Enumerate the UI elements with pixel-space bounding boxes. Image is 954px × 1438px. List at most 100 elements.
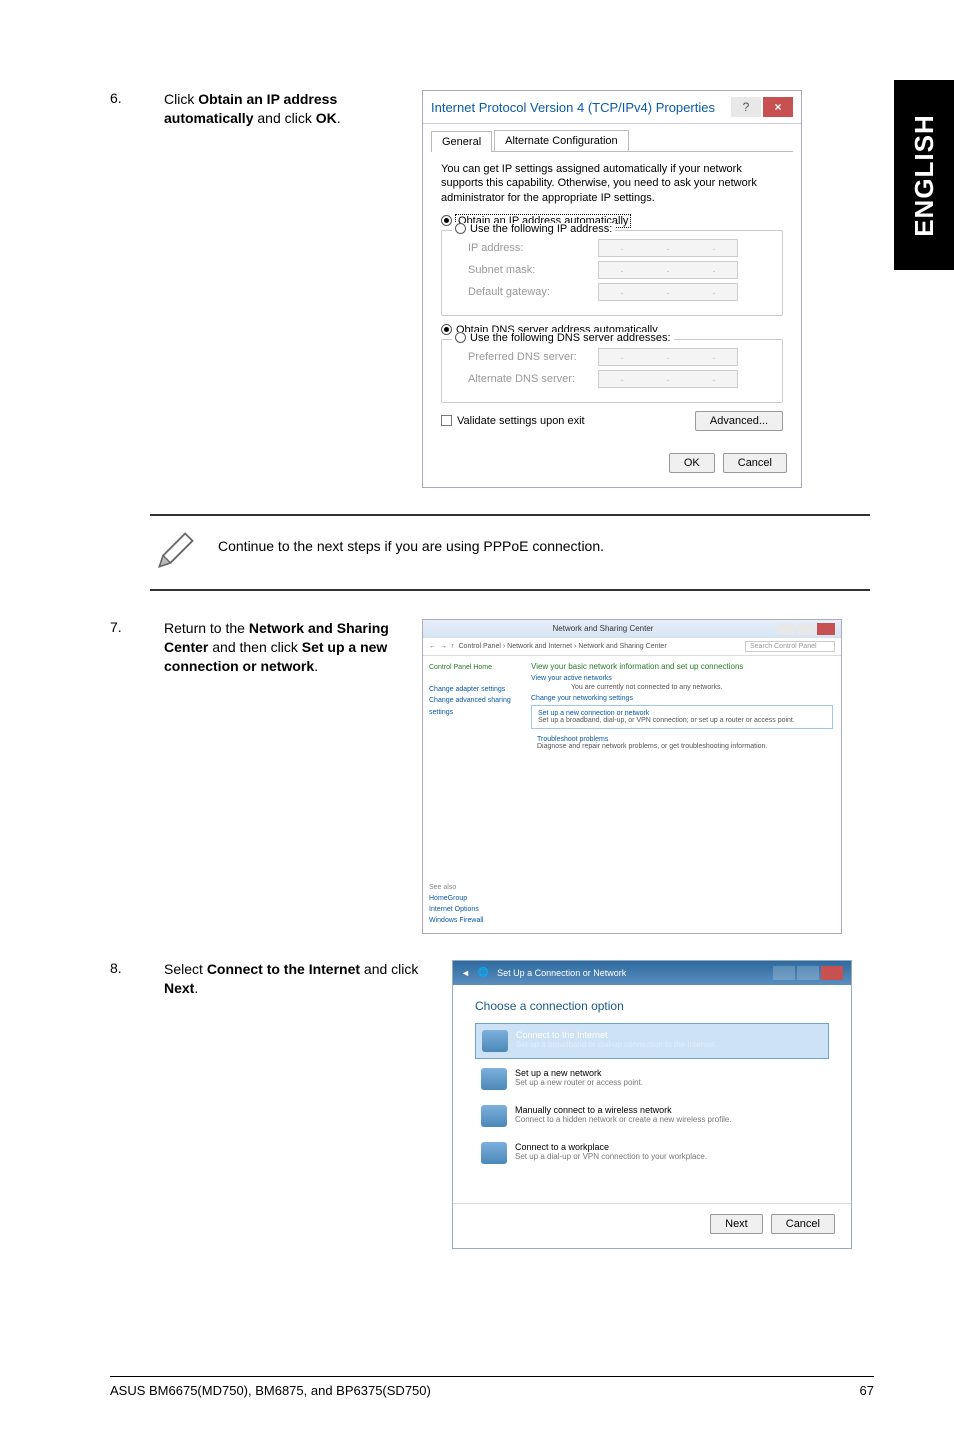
- nav-arrow-icon[interactable]: →: [440, 643, 447, 650]
- change-settings-label: Change your networking settings: [531, 695, 833, 702]
- t: .: [314, 658, 318, 674]
- new-network-option[interactable]: Set up a new network Set up a new router…: [475, 1062, 829, 1096]
- t: Click: [164, 91, 198, 107]
- cancel-button[interactable]: Cancel: [723, 453, 787, 473]
- step-8-text: Select Connect to the Internet and click…: [164, 960, 424, 1249]
- use-ip-radio[interactable]: Use the following IP address:: [452, 223, 615, 235]
- dialog-buttons: OK Cancel: [423, 445, 801, 487]
- t: Select: [164, 961, 207, 977]
- back-icon[interactable]: ◄: [461, 968, 470, 978]
- page-number: 67: [860, 1383, 874, 1398]
- setup-connection-option[interactable]: Set up a new connection or network Set u…: [531, 705, 833, 729]
- t: and then click: [208, 639, 301, 655]
- pref-dns-row: Preferred DNS server:...: [468, 348, 772, 366]
- close-button[interactable]: ×: [763, 97, 793, 117]
- maximize-button[interactable]: [797, 966, 819, 980]
- pencil-icon: [154, 528, 198, 577]
- minimize-button[interactable]: [773, 966, 795, 980]
- sidebar-adapter[interactable]: Change adapter settings: [429, 684, 517, 695]
- option-title: Set up a new network: [515, 1068, 643, 1078]
- wizard-titlebar: ◄ 🌐 Set Up a Connection or Network: [453, 961, 851, 985]
- close-button[interactable]: [821, 966, 843, 980]
- subnet-input[interactable]: ...: [598, 261, 738, 279]
- tab-alternate[interactable]: Alternate Configuration: [494, 130, 629, 151]
- wizard-body: Choose a connection option Connect to th…: [453, 985, 851, 1183]
- opt-text: Connect to a workplace Set up a dial-up …: [515, 1142, 707, 1161]
- up-icon[interactable]: ↑: [451, 643, 455, 650]
- wifi-icon: [481, 1105, 507, 1127]
- t: and click: [253, 110, 315, 126]
- connect-internet-option[interactable]: Connect to the Internet Set up a broadba…: [475, 1023, 829, 1059]
- globe-icon: [482, 1030, 508, 1052]
- wizard-heading: Choose a connection option: [475, 999, 829, 1013]
- validate-label: Validate settings upon exit: [457, 415, 585, 427]
- opt-text: Manually connect to a wireless network C…: [515, 1105, 732, 1124]
- alt-dns-label: Alternate DNS server:: [468, 373, 598, 385]
- gateway-row: Default gateway:...: [468, 283, 772, 301]
- static-ip-group: Use the following IP address: IP address…: [441, 230, 783, 316]
- use-ip-label: Use the following IP address:: [470, 223, 612, 235]
- cancel-button[interactable]: Cancel: [771, 1214, 835, 1234]
- ip-input[interactable]: ...: [598, 239, 738, 257]
- sidebar-home[interactable]: Control Panel Home: [429, 662, 517, 673]
- breadcrumb[interactable]: Control Panel › Network and Internet › N…: [459, 643, 742, 650]
- validate-checkbox[interactable]: Validate settings upon exit: [441, 415, 585, 427]
- minimize-button[interactable]: [777, 623, 795, 635]
- option-desc: Set up a new router or access point.: [515, 1078, 643, 1087]
- alt-dns-row: Alternate DNS server:...: [468, 370, 772, 388]
- t: Return to the: [164, 620, 249, 636]
- option-title: Set up a new connection or network: [538, 710, 826, 717]
- step-8: 8. Select Connect to the Internet and cl…: [110, 960, 874, 1249]
- link-internet-options[interactable]: Internet Options: [429, 904, 835, 915]
- building-icon: [481, 1142, 507, 1164]
- close-button[interactable]: [817, 623, 835, 635]
- radio-icon: [441, 324, 452, 335]
- ok-button[interactable]: OK: [669, 453, 715, 473]
- link-homegroup[interactable]: HomeGroup: [429, 893, 835, 904]
- ip-label: IP address:: [468, 242, 598, 254]
- option-desc: Diagnose and repair network problems, or…: [537, 743, 827, 750]
- pref-dns-label: Preferred DNS server:: [468, 351, 598, 363]
- step-7-screenshot: Network and Sharing Center ← → ↑ Control…: [422, 619, 874, 934]
- window-body: Control Panel Home Change adapter settin…: [423, 656, 841, 876]
- note-block: Continue to the next steps if you are us…: [150, 514, 870, 591]
- tab-bar: General Alternate Configuration: [431, 130, 793, 152]
- description-text: You can get IP settings assigned automat…: [441, 162, 783, 205]
- validate-row: Validate settings upon exit Advanced...: [441, 411, 783, 431]
- manual-wireless-option[interactable]: Manually connect to a wireless network C…: [475, 1099, 829, 1133]
- use-dns-radio[interactable]: Use the following DNS server addresses:: [452, 332, 674, 344]
- search-input[interactable]: Search Control Panel: [745, 641, 835, 652]
- next-button[interactable]: Next: [710, 1214, 763, 1234]
- bold: OK: [316, 110, 337, 126]
- step-number: 6.: [110, 90, 136, 488]
- pref-dns-input[interactable]: ...: [598, 348, 738, 366]
- advanced-button[interactable]: Advanced...: [695, 411, 783, 431]
- note-text: Continue to the next steps if you are us…: [218, 528, 604, 554]
- workplace-option[interactable]: Connect to a workplace Set up a dial-up …: [475, 1136, 829, 1170]
- link-firewall[interactable]: Windows Firewall: [429, 915, 835, 926]
- t: .: [337, 110, 341, 126]
- ipv4-properties-dialog: Internet Protocol Version 4 (TCP/IPv4) P…: [422, 90, 802, 488]
- step-6-screenshot: Internet Protocol Version 4 (TCP/IPv4) P…: [422, 90, 874, 488]
- option-desc: Set up a broadband, dial-up, or VPN conn…: [538, 717, 826, 724]
- ip-address-row: IP address:...: [468, 239, 772, 257]
- option-desc: Connect to a hidden network or create a …: [515, 1115, 732, 1124]
- option-title: Manually connect to a wireless network: [515, 1105, 732, 1115]
- gateway-input[interactable]: ...: [598, 283, 738, 301]
- maximize-button[interactable]: [797, 623, 815, 635]
- wizard-title: Set Up a Connection or Network: [497, 968, 765, 978]
- step-8-screenshot: ◄ 🌐 Set Up a Connection or Network Choos…: [452, 960, 874, 1249]
- option-desc: Set up a dial-up or VPN connection to yo…: [515, 1152, 707, 1161]
- bold: Next: [164, 980, 194, 996]
- step-6: 6. Click Obtain an IP address automatica…: [110, 90, 874, 488]
- nav-arrow-icon[interactable]: ←: [429, 643, 436, 650]
- step-7-text: Return to the Network and Sharing Center…: [164, 619, 394, 934]
- t: and click: [360, 961, 418, 977]
- use-dns-label: Use the following DNS server addresses:: [470, 332, 671, 344]
- sidebar-advanced[interactable]: Change advanced sharing settings: [429, 695, 517, 717]
- troubleshoot-option[interactable]: Troubleshoot problems Diagnose and repai…: [531, 732, 833, 754]
- window-titlebar: Network and Sharing Center: [423, 620, 841, 638]
- alt-dns-input[interactable]: ...: [598, 370, 738, 388]
- tab-general[interactable]: General: [431, 131, 492, 152]
- help-button[interactable]: ?: [731, 97, 761, 117]
